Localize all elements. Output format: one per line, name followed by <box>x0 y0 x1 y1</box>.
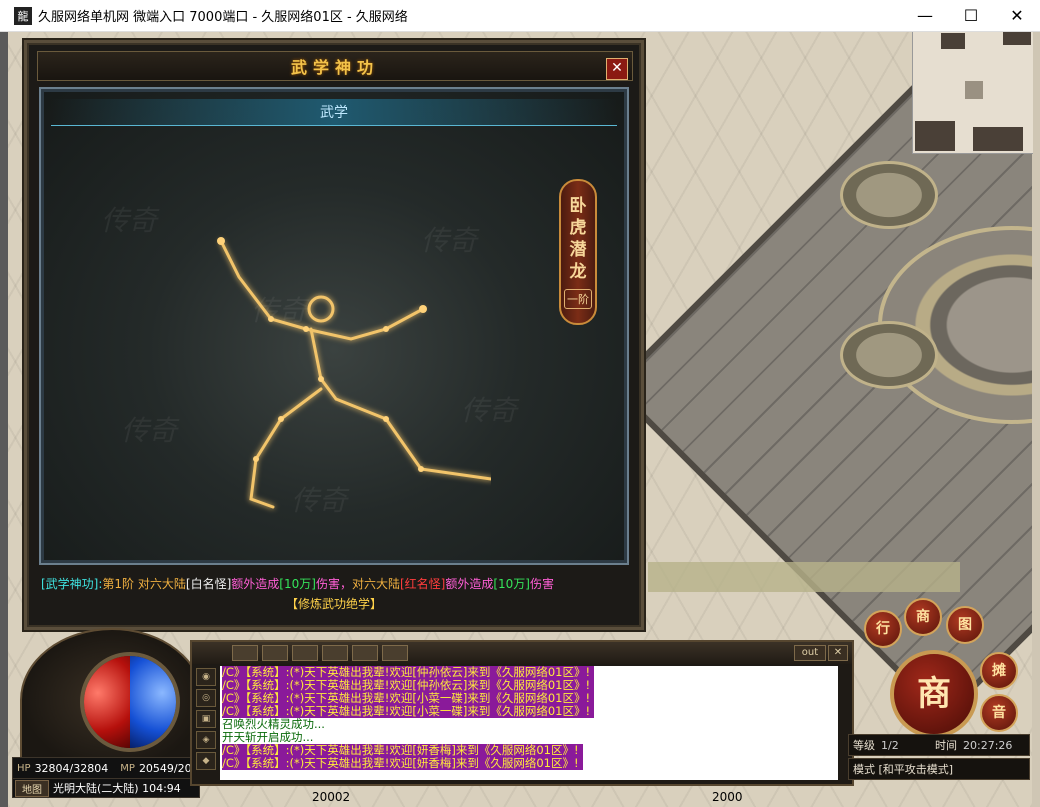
location-bar: 地图 光明大陆(二大陆) 104:94 <box>12 778 200 798</box>
attack-mode-row[interactable]: 模式 [和平攻击模式] <box>848 758 1030 780</box>
stall-button[interactable]: 摊 <box>980 652 1018 690</box>
plaque-rank: 一阶 <box>564 289 592 309</box>
desc-target: 对六大陆 <box>137 577 186 591</box>
hp-mp-readout: HP 32804/32804 MP 20549/20549 <box>12 757 213 779</box>
chat-tool-button[interactable] <box>232 645 258 661</box>
chat-tool-button[interactable] <box>292 645 318 661</box>
desc-extra: 额外造成 <box>231 577 280 591</box>
stone-disc-top <box>840 161 938 229</box>
right-action-panel: 行 商 图 商 摊 音 等级 1/2 时间 20:27:26 模式 [和平攻击模… <box>846 598 1032 807</box>
left-edge-strip <box>0 31 8 807</box>
chat-message-text: /C》【系统】:(*)天下英雄出我辈!欢迎[妍香梅]来到《久服网络01区》! <box>222 757 583 770</box>
tab-martial-arts[interactable]: 武学 <box>51 99 617 126</box>
dialog-title: 武学神功 <box>290 58 379 77</box>
close-window-button[interactable]: ✕ <box>994 0 1040 31</box>
chat-tool-button[interactable] <box>322 645 348 661</box>
plaque-char: 卧 <box>569 196 587 216</box>
skill-art-panel: 武学 传奇 传奇 传奇 传奇 传奇 传奇 卧 虎 潜 龙 一阶 <box>39 87 629 565</box>
chat-close-button[interactable]: ✕ <box>828 645 848 661</box>
level-time-row: 等级 1/2 时间 20:27:26 <box>848 734 1030 756</box>
window-titlebar: 龍 久服网络单机网 微端入口 7000端口 - 久服网络01区 - 久服网络 —… <box>0 0 1040 32</box>
desc-red-monster: [红名怪] <box>399 577 446 591</box>
window-title: 久服网络单机网 微端入口 7000端口 - 久服网络01区 - 久服网络 <box>38 10 408 25</box>
hp-value: 32804/32804 <box>34 761 109 775</box>
chat-log[interactable]: /C》【系统】:(*)天下英雄出我辈!欢迎[仲孙依云]来到《久服网络01区》! … <box>220 666 838 780</box>
minimap[interactable] <box>912 31 1033 154</box>
chat-out-button[interactable]: out <box>794 645 826 661</box>
time-value: 20:27:26 <box>963 738 1013 752</box>
chat-toolbar: out ✕ <box>192 642 852 664</box>
road-strip <box>648 562 960 592</box>
level-value: 1/2 <box>881 738 899 752</box>
desc-stage: 第1阶 <box>102 577 135 591</box>
chat-channel-icon[interactable]: ◉ <box>196 668 216 686</box>
menu-button-b[interactable]: 商 <box>904 598 942 636</box>
chat-side-buttons: ◉ ◎ ▣ ◈ ◆ <box>194 666 216 780</box>
dialog-header: 武学神功 ✕ <box>37 51 633 81</box>
hp-label: HP <box>17 762 31 774</box>
martial-arts-dialog: 武学神功 ✕ 武学 传奇 传奇 传奇 传奇 传奇 传奇 卧 虎 潜 龙 一阶 [… <box>24 40 644 630</box>
sound-button[interactable]: 音 <box>980 694 1018 732</box>
chat-channel-icon[interactable]: ◈ <box>196 731 216 749</box>
stone-disc-bottom <box>840 321 938 389</box>
chat-channel-icon[interactable]: ◎ <box>196 689 216 707</box>
hp-mp-orb <box>80 652 180 752</box>
desc-target-2: 对六大陆 <box>351 577 400 591</box>
menu-button-a[interactable]: 行 <box>864 610 902 648</box>
learn-skill-link[interactable]: 【修炼武功绝学】 <box>27 595 641 612</box>
background-number: 20002 <box>312 790 351 804</box>
chat-window: out ✕ ◉ ◎ ▣ ◈ ◆ /C》【系统】:(*)天下英雄出我辈!欢迎[仲孙… <box>190 640 854 786</box>
desc-damage: 伤害， <box>315 577 352 591</box>
map-button[interactable]: 地图 <box>15 779 49 797</box>
hp-orb-half <box>84 656 130 748</box>
chat-tool-button[interactable] <box>352 645 378 661</box>
dialog-close-button[interactable]: ✕ <box>606 58 628 80</box>
skill-rank-plaque: 卧 虎 潜 龙 一阶 <box>559 179 597 325</box>
level-label: 等级 <box>853 739 875 752</box>
chat-tool-button[interactable] <box>262 645 288 661</box>
desc-extra-2: 额外造成 <box>445 577 494 591</box>
desc-damage-2: 伤害 <box>530 577 555 591</box>
plaque-char: 虎 <box>569 218 587 238</box>
minimap-building <box>1003 31 1031 45</box>
tab-martial-arts-label: 武学 <box>320 105 348 121</box>
warrior-figure-illustration <box>217 237 491 509</box>
minimize-button[interactable]: — <box>902 0 948 31</box>
desc-white-monster: [白名怪] <box>185 577 232 591</box>
skill-description: [武学神功]:第1阶 对六大陆[白名怪]额外造成[10万]伤害，对六大陆[红名怪… <box>41 575 631 592</box>
minimap-building <box>973 127 1023 151</box>
chat-channel-icon[interactable]: ▣ <box>196 710 216 728</box>
desc-skill-name: [武学神功]: <box>41 577 103 591</box>
minimap-marker <box>965 81 983 99</box>
bottom-hud: HP 32804/32804 MP 20549/20549 地图 光明大陆(二大… <box>8 598 1032 807</box>
shop-button[interactable]: 商 <box>890 650 978 738</box>
orb-frame <box>20 628 204 772</box>
time-label: 时间 <box>935 739 957 752</box>
map-location: 光明大陆(二大陆) 104:94 <box>53 782 181 795</box>
minimap-building <box>915 121 955 151</box>
app-icon: 龍 <box>14 6 32 25</box>
mp-label: MP <box>120 762 135 774</box>
plaque-char: 龙 <box>569 262 587 282</box>
menu-button-c[interactable]: 图 <box>946 606 984 644</box>
minimap-building <box>941 33 965 49</box>
desc-amount-2: [10万] <box>493 577 530 591</box>
chat-tool-button[interactable] <box>382 645 408 661</box>
maximize-button[interactable]: ☐ <box>948 0 994 31</box>
plaque-char: 潜 <box>569 240 587 260</box>
attack-mode: 模式 [和平攻击模式] <box>853 763 954 776</box>
mp-orb-half <box>130 656 176 748</box>
chat-channel-icon[interactable]: ◆ <box>196 752 216 770</box>
background-number: 2000 <box>712 790 743 804</box>
chat-message: /C》【系统】:(*)天下英雄出我辈!欢迎[妍香梅]来到《久服网络01区》! <box>220 757 838 770</box>
desc-amount: [10万] <box>279 577 316 591</box>
window-controls: — ☐ ✕ <box>902 0 1040 31</box>
watermark: 传奇 <box>101 204 158 237</box>
